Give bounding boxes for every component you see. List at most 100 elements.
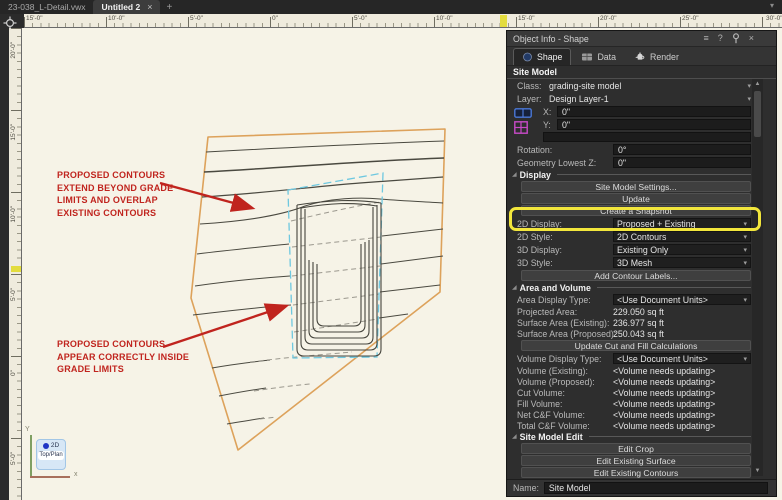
close-icon[interactable]: × <box>749 34 754 43</box>
palette-titlebar[interactable]: Object Info - Shape ≡ ? × <box>507 31 776 47</box>
position-mode-icon[interactable] <box>514 108 532 118</box>
tab-shape[interactable]: Shape <box>513 48 571 65</box>
position-block: X: 0" Y: 0" <box>507 105 776 131</box>
scroll-up-icon[interactable]: ▲ <box>755 79 761 89</box>
expander-icon[interactable]: ◢ <box>512 284 517 291</box>
y-coordinate-row: Y: 0" <box>543 118 776 131</box>
ruler-label: 10'-0" <box>108 15 125 22</box>
expander-icon[interactable]: ◢ <box>512 433 517 440</box>
help-icon[interactable]: ? <box>718 34 723 43</box>
expander-icon[interactable]: ◢ <box>512 171 517 178</box>
area-volume-section-header[interactable]: ◢ Area and Volume <box>507 282 776 293</box>
ruler-label: 20'-0" <box>600 15 617 22</box>
ruler-cursor-marker-v <box>11 266 21 272</box>
2d-display-row: 2D Display: Proposed + Existing ▾ <box>507 217 776 230</box>
projected-area-row: Projected Area: 229.050 sq ft <box>507 306 776 317</box>
x-axis-line <box>30 476 70 478</box>
fill-volume-row: Fill Volume: <Volume needs updating> <box>507 398 776 409</box>
create-snapshot-button[interactable]: Create a Snapshot <box>521 205 751 216</box>
update-button[interactable]: Update <box>521 193 751 204</box>
tab-render[interactable]: Render <box>626 48 687 65</box>
doc-tab-untitled[interactable]: Untitled 2 × <box>93 0 160 14</box>
ruler-label: 5'-0" <box>10 288 17 301</box>
volume-display-type-dropdown[interactable]: <Use Document Units> ▾ <box>613 353 751 364</box>
edit-existing-surface-button[interactable]: Edit Existing Surface <box>521 455 751 466</box>
menu-icon[interactable]: ≡ <box>703 34 708 43</box>
doc-tab-label: 23-038_L-Detail.vwx <box>8 2 85 12</box>
pin-icon[interactable] <box>732 33 740 44</box>
view-indicator: Y x 2D Top/Plan <box>24 426 82 484</box>
3d-style-dropdown[interactable]: 3D Mesh ▾ <box>613 257 751 268</box>
total-cf-volume-row: Total C&F Volume: <Volume needs updating… <box>507 420 776 431</box>
chevron-down-icon[interactable]: ▾ <box>747 95 751 103</box>
rotation-field[interactable]: 0° <box>613 144 751 155</box>
geometry-lowest-z-field[interactable]: 0" <box>613 157 751 168</box>
edit-crop-button[interactable]: Edit Crop <box>521 443 751 454</box>
tab-overflow-icon[interactable]: ▾ <box>770 1 774 10</box>
ruler-origin-icon[interactable] <box>3 16 17 30</box>
volume-existing-row: Volume (Existing): <Volume needs updatin… <box>507 365 776 376</box>
2d-style-dropdown[interactable]: 2D Contours ▾ <box>613 231 751 242</box>
x-coordinate-field[interactable]: 0" <box>557 106 751 117</box>
edit-existing-contours-button[interactable]: Edit Existing Contours <box>521 467 751 478</box>
3d-display-row: 3D Display: Existing Only ▾ <box>507 243 776 256</box>
update-cut-fill-button[interactable]: Update Cut and Fill Calculations <box>521 340 751 351</box>
palette-tabs: Shape Data Render <box>507 47 776 66</box>
ruler-label: 25'-0" <box>682 15 699 22</box>
tab-data[interactable]: Data <box>573 48 624 65</box>
y-coordinate-field[interactable]: 0" <box>557 119 751 130</box>
ruler-label: 5'-0" <box>190 15 203 22</box>
view-mode-label: 2D <box>51 442 59 449</box>
volume-proposed-row: Volume (Proposed): <Volume needs updatin… <box>507 376 776 387</box>
data-icon <box>581 52 593 62</box>
horizontal-ruler: 15'-0" 10'-0" 5'-0" 0" 5'-0" 10'-0" 15'-… <box>24 14 782 28</box>
x-axis-label: x <box>74 471 78 478</box>
annotation-extend-beyond[interactable]: PROPOSED CONTOURS EXTEND BEYOND GRADE LI… <box>57 169 173 219</box>
display-section-header[interactable]: ◢ Display <box>507 169 776 180</box>
site-model-edit-section-header[interactable]: ◢ Site Model Edit <box>507 431 776 442</box>
ruler-label: 15'-0" <box>10 124 17 141</box>
y-axis-label: Y <box>25 426 30 433</box>
ruler-label: 30'-0" <box>766 15 782 22</box>
area-display-type-row: Area Display Type: <Use Document Units> … <box>507 293 776 306</box>
class-row[interactable]: Class: grading-site model ▾ <box>507 79 776 92</box>
area-display-type-dropdown[interactable]: <Use Document Units> ▾ <box>613 294 751 305</box>
doc-tab-detail[interactable]: 23-038_L-Detail.vwx <box>0 0 93 14</box>
3d-display-dropdown[interactable]: Existing Only ▾ <box>613 244 751 255</box>
ruler-label: 5'-0" <box>354 15 367 22</box>
scroll-down-icon[interactable]: ▼ <box>755 466 761 476</box>
vertical-ruler: 20'-0" 15'-0" 10'-0" 5'-0" 0" 5'-0" <box>9 28 22 500</box>
ruler-cursor-marker-h <box>500 15 507 27</box>
vectorworks-window: 23-038_L-Detail.vwx Untitled 2 × + ▾ 15'… <box>0 0 782 500</box>
ruler-label: 5'-0" <box>10 452 17 465</box>
position-extra-field[interactable] <box>543 132 751 142</box>
chevron-down-icon[interactable]: ▾ <box>747 82 751 90</box>
chevron-down-icon: ▾ <box>743 220 747 228</box>
chevron-down-icon: ▾ <box>743 246 747 254</box>
palette-scrollbar[interactable]: ▲ ▼ <box>752 79 763 476</box>
2d-display-dropdown[interactable]: Proposed + Existing ▾ <box>613 218 751 229</box>
layer-row[interactable]: Layer: Design Layer-1 ▾ <box>507 92 776 105</box>
name-input[interactable]: Site Model <box>544 482 768 494</box>
render-teapot-icon <box>634 52 646 62</box>
view-name-label: Top/Plan <box>38 451 64 460</box>
site-model-settings-button[interactable]: Site Model Settings... <box>521 181 751 192</box>
ruler-label: 0" <box>272 15 278 22</box>
grid-mode-icon[interactable] <box>514 121 528 134</box>
add-contour-labels-button[interactable]: Add Contour Labels... <box>521 270 751 281</box>
net-cf-volume-row: Net C&F Volume: <Volume needs updating> <box>507 409 776 420</box>
x-coordinate-row: X: 0" <box>543 105 776 118</box>
object-type-header: Site Model <box>507 66 776 79</box>
chevron-down-icon: ▾ <box>743 259 747 267</box>
palette-title: Object Info - Shape <box>513 34 694 44</box>
view-mode-badge: 2D Top/Plan <box>36 439 66 470</box>
ruler-label: 10'-0" <box>10 206 17 223</box>
annotation-correct-inside[interactable]: PROPOSED CONTOURS APPEAR CORRECTLY INSID… <box>57 338 189 376</box>
scrollbar-thumb[interactable] <box>754 91 761 137</box>
object-info-palette: Object Info - Shape ≡ ? × Shape <box>506 30 777 497</box>
cut-volume-row: Cut Volume: <Volume needs updating> <box>507 387 776 398</box>
new-tab-icon[interactable]: + <box>166 2 172 13</box>
chevron-down-icon: ▾ <box>743 233 747 241</box>
view-mode-dot-icon <box>43 443 49 449</box>
close-tab-icon[interactable]: × <box>147 2 152 12</box>
